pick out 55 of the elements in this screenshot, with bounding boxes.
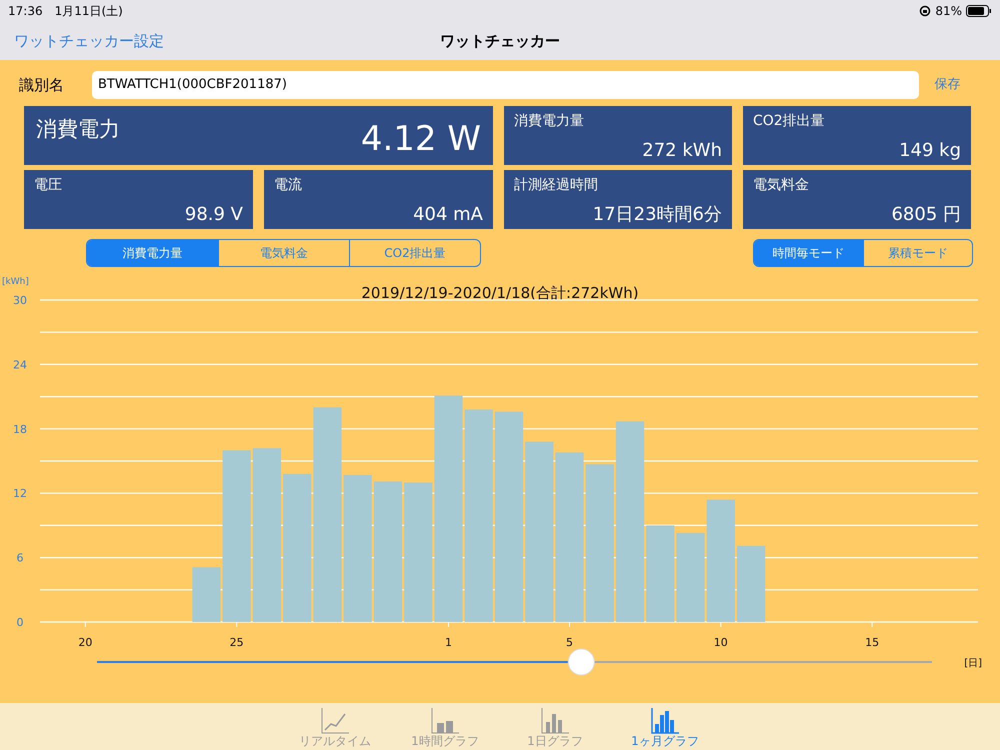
segment-tab[interactable]: CO2排出量 [349,240,480,266]
x-tick-label: 20 [78,636,92,649]
tab-bar-item[interactable]: 1日グラフ [505,703,605,750]
y-tick-label: 18 [13,422,27,436]
segment-tab[interactable]: 電気料金 [218,240,349,266]
metric-value: 17日23時間6分 [592,204,722,225]
metric-label: 電気料金 [753,176,809,195]
slider-thumb[interactable] [568,648,595,676]
name-label: 識別名 [19,74,65,96]
metric-value: 272 kWh [642,140,722,161]
metric-label: 消費電力 [36,119,120,140]
metric-label: 電圧 [34,176,62,195]
battery-icon [966,5,992,17]
tab-bar-item[interactable]: 1ヶ月グラフ [615,703,715,750]
x-tick-label: 25 [230,636,244,649]
metric-value: 404 mA [413,204,483,225]
x-tick-label: 1 [444,636,452,649]
y-tick-label: 30 [13,294,27,307]
y-tick-label: 24 [13,358,27,372]
settings-link[interactable]: ワットチェッカー設定 [14,30,164,52]
bar [192,567,221,622]
slider-track[interactable] [97,648,932,676]
segment-tab[interactable]: 消費電力量 [87,240,218,266]
y-axis-unit: [kWh] [2,277,29,287]
status-time: 17:36 [8,3,43,20]
nav-title: ワットチェッカー [440,30,560,52]
tab-bar-item[interactable]: リアルタイム [285,703,385,750]
bar-chart-icon [539,706,571,735]
y-tick-label: 6 [16,552,24,565]
metric-label: CO2排出量 [753,112,825,131]
metric-value: 98.9 V [184,204,243,225]
segment-tab[interactable]: 累積モード [863,240,972,266]
x-axis-unit: [日] [964,658,982,669]
metric-label: 計測経過時間 [514,176,598,195]
segment-tab[interactable]: 時間毎モード [754,240,863,266]
y-tick-label: 0 [16,616,24,629]
rotation-lock-icon [919,5,932,17]
status-date: 1月11日(土) [54,3,123,20]
y-tick-label: 12 [13,487,27,500]
metric-value: 6805 円 [891,204,961,225]
metric-label: 消費電力量 [514,112,584,131]
bar-chart-icon [429,706,461,735]
metric-value: 4.12 W [360,118,481,161]
x-tick-label: 15 [865,636,880,649]
tab-bar-item[interactable]: 1時間グラフ [395,703,495,750]
name-field[interactable]: BTWATTCH1(000CBF201187) [92,71,919,99]
metric-label: 電流 [274,176,302,195]
x-tick-label: 10 [714,636,728,649]
line-chart-icon [319,706,351,735]
x-tick-label: 5 [566,636,574,649]
metric-value: 149 kg [899,140,961,161]
save-button[interactable]: 保存 [919,75,976,95]
battery-percent: 81% [935,3,962,20]
bar-chart-icon [649,706,681,735]
chart-title: 2019/12/19-2020/1/18(合計:272kWh) [361,284,639,302]
